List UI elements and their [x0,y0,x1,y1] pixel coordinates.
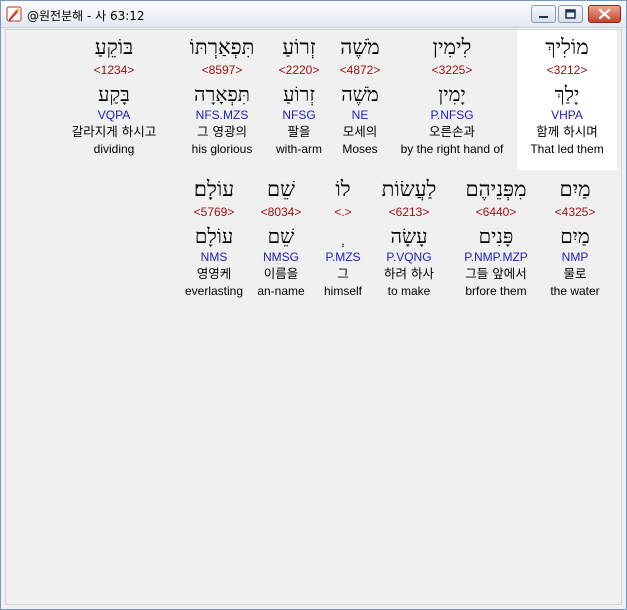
korean-gloss: 모세의 [342,124,378,139]
hebrew-word: תִּפְאַרְתּוֹ [189,35,255,59]
title-bar[interactable]: @원전분해 - 사 63:12 [1,1,626,28]
hebrew-word: מִפְּנֵיהֶם [465,177,527,201]
korean-gloss: 팔을 [287,124,311,139]
window-title: @원전분해 - 사 63:12 [27,9,145,23]
word-card[interactable]: לַעֲשׂוֹת <6213> עָשָׂה P.VQNG 하려 하사 to … [372,172,446,299]
strong-number[interactable]: <.> [316,204,370,220]
korean-gloss: 함께 하시며 [536,124,598,139]
lemma-word: יָלַךְ [554,82,580,106]
strong-number[interactable]: <3225> [392,62,512,78]
morph-code[interactable]: VQPA [58,107,170,123]
english-gloss: Moses [342,142,378,156]
word-card[interactable]: תִּפְאַרְתּוֹ <8597> תִּפְאָרָה NFS.MZS … [184,30,260,157]
morph-code[interactable]: NFSG [268,107,330,123]
strong-number[interactable]: <3212> [517,62,617,78]
minimize-button[interactable] [531,5,556,23]
english-gloss: by the right hand of [400,142,504,156]
english-gloss: the water [550,284,600,298]
korean-gloss: 갈라지게 하시고 [71,124,157,139]
english-gloss: with-arm [275,142,322,156]
morph-code[interactable]: VHPA [517,107,617,123]
korean-gloss: 그 [337,266,349,281]
close-icon [598,8,611,20]
morph-code[interactable]: NFS.MZS [184,107,260,123]
lemma-word: פָּנִים [478,224,514,248]
english-gloss: everlasting [184,284,244,298]
english-gloss: himself [323,284,362,298]
word-card[interactable]: לוֹ <.> ְ P.MZS 그 himself [316,172,370,299]
word-card[interactable]: לִימִין <3225> יָמִין P.NFSG 오른손과 by the… [392,30,512,157]
korean-gloss: 물로 [563,266,587,281]
strong-number[interactable]: <6213> [372,204,446,220]
morph-code[interactable]: NMSG [252,249,310,265]
korean-gloss: 영영케 [196,266,232,281]
lemma-word: עָשָׂה [390,224,428,248]
minimize-icon [539,16,548,18]
morph-code[interactable]: NMS [176,249,252,265]
maximize-icon [565,9,576,19]
morph-code[interactable]: P.NMP.MZP [452,249,540,265]
english-gloss: dividing [93,142,135,156]
strong-number[interactable]: <4872> [328,62,392,78]
english-gloss: to make [387,284,431,298]
strong-number[interactable]: <2220> [268,62,330,78]
hebrew-word: מֹשֶׁה [340,35,380,59]
word-card[interactable]: מַיִם <4325> מַיִם NMP 물로 the water [541,172,609,299]
morph-code[interactable]: NE [328,107,392,123]
lemma-word: יָמִין [438,82,466,106]
app-window: @원전분해 - 사 63:12 מוֹלִיךְ <3212> יָלַךְ V… [0,0,627,610]
korean-gloss: 이름을 [263,266,299,281]
word-card[interactable]: עוֹלָם׃ <5769> עוֹלָם NMS 영영케 everlastin… [176,172,252,299]
lemma-word: ְ [316,223,370,249]
korean-gloss: 하려 하사 [384,266,434,281]
strong-number[interactable]: <6440> [452,204,540,220]
strong-number[interactable]: <1234> [58,62,170,78]
hebrew-word: מַיִם [559,177,591,201]
lemma-word: מַיִם [560,224,590,248]
strong-number[interactable]: <4325> [541,204,609,220]
verse-panel: מוֹלִיךְ <3212> יָלַךְ VHPA 함께 하시며 That … [5,29,622,605]
morph-code[interactable]: NMP [541,249,609,265]
strong-number[interactable]: <8034> [252,204,310,220]
lemma-word: תִּפְאָרָה [193,82,250,106]
hebrew-word: לוֹ [335,177,351,201]
hebrew-word: מוֹלִיךְ [545,35,589,59]
english-gloss: an-name [257,284,305,298]
word-card[interactable]: מִפְּנֵיהֶם <6440> פָּנִים P.NMP.MZP 그들 … [452,172,540,299]
korean-gloss: 그 영광의 [197,124,247,139]
hebrew-word: בּוֹקֵעַ [94,35,134,59]
word-card[interactable]: זְרוֹעַ <2220> זְרוֹעַ NFSG 팔을 with-arm [268,30,330,157]
lemma-word: עוֹלָם [194,224,234,248]
lemma-word: מֹשֶׁה [341,82,379,106]
lemma-word: שֵׁם [267,224,295,248]
close-button[interactable] [588,5,621,23]
maximize-button[interactable] [558,5,583,23]
app-logo-icon[interactable] [6,6,22,22]
korean-gloss: 그들 앞에서 [465,266,527,281]
hebrew-word: לִימִין [432,35,472,59]
strong-number[interactable]: <8597> [184,62,260,78]
morph-code[interactable]: P.MZS [316,249,370,265]
hebrew-word: זְרוֹעַ [282,35,316,59]
morph-code[interactable]: P.NFSG [392,107,512,123]
lemma-word: זְרוֹעַ [283,82,315,106]
word-card[interactable]: מוֹלִיךְ <3212> יָלַךְ VHPA 함께 하시며 That … [517,30,617,170]
korean-gloss: 오른손과 [428,124,475,139]
hebrew-word: לַעֲשׂוֹת [381,177,437,201]
word-card[interactable]: שֵׁם <8034> שֵׁם NMSG 이름을 an-name [252,172,310,299]
morph-code[interactable]: P.VQNG [372,249,446,265]
hebrew-word: עוֹלָם׃ [193,177,235,201]
english-gloss: his glorious [191,142,253,156]
word-card[interactable]: בּוֹקֵעַ <1234> בָּקַע VQPA 갈라지게 하시고 div… [58,30,170,157]
lemma-word: בָּקַע [98,82,130,106]
word-card[interactable]: מֹשֶׁה <4872> מֹשֶׁה NE 모세의 Moses [328,30,392,157]
hebrew-word: שֵׁם [267,177,295,201]
strong-number[interactable]: <5769> [176,204,252,220]
english-gloss: That led them [530,142,604,156]
english-gloss: brfore them [465,284,527,298]
